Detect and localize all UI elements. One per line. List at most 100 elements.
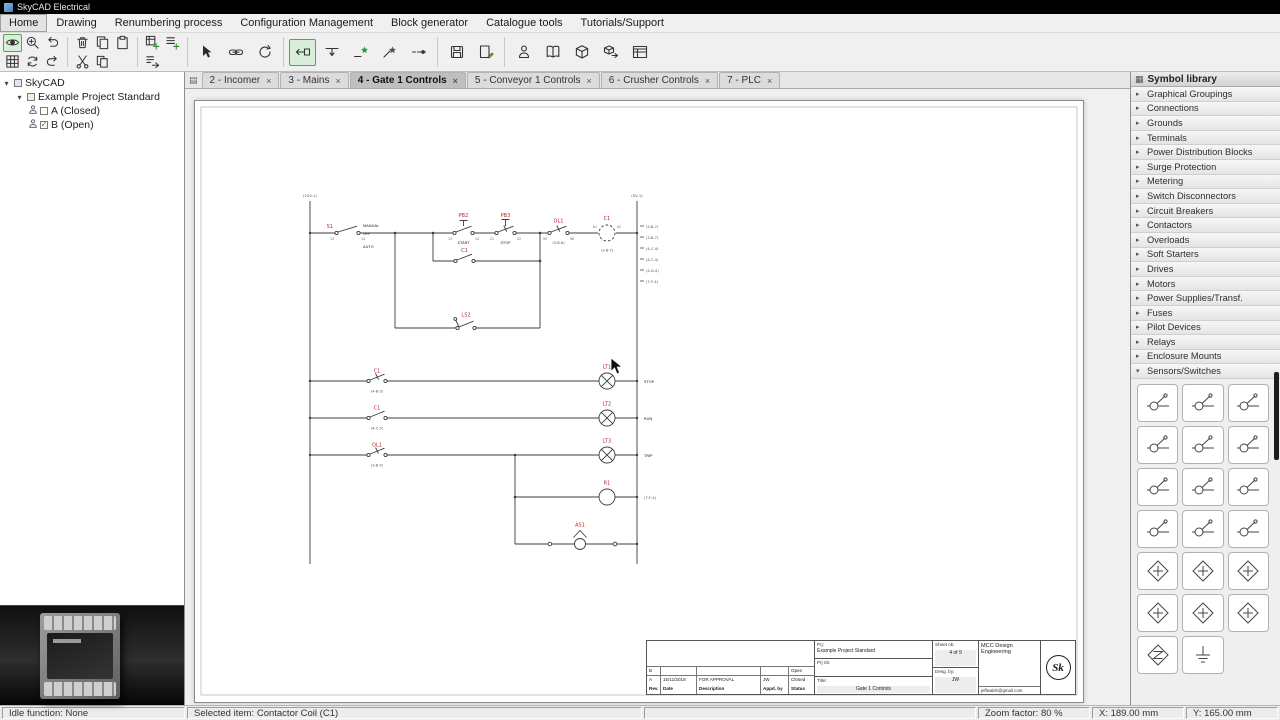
symbol-category[interactable]: ▸ ▾ Sensors/Switches bbox=[1131, 364, 1280, 379]
symbol-category[interactable]: ▸ ▾ Soft Starters bbox=[1131, 247, 1280, 263]
block-export-button[interactable] bbox=[597, 39, 624, 66]
menu-item[interactable]: Drawing bbox=[47, 14, 105, 32]
tree-project[interactable]: ▾ Example Project Standard bbox=[2, 90, 182, 104]
menu-item[interactable]: Configuration Management bbox=[231, 14, 382, 32]
symbol-category[interactable]: ▸ ▾ Enclosure Mounts bbox=[1131, 349, 1280, 365]
tab-close-icon[interactable]: × bbox=[767, 76, 772, 86]
block-3d-button[interactable] bbox=[568, 39, 595, 66]
tree-sheet-label: A (Closed) bbox=[51, 105, 101, 117]
sensor-switch-symbol[interactable] bbox=[1137, 467, 1179, 506]
sensor-switch-symbol[interactable] bbox=[1137, 593, 1179, 632]
document-tab[interactable]: 3 - Mains × bbox=[280, 72, 349, 88]
document-tab[interactable]: 4 - Gate 1 Controls × bbox=[349, 72, 466, 88]
sensor-switch-symbol[interactable] bbox=[1227, 551, 1269, 590]
tab-close-icon[interactable]: × bbox=[266, 76, 271, 86]
tab-close-icon[interactable]: × bbox=[705, 76, 710, 86]
sensor-switch-symbol[interactable] bbox=[1182, 593, 1224, 632]
document-tab[interactable]: 5 - Conveyor 1 Controls × bbox=[466, 72, 600, 88]
select-pointer-button[interactable] bbox=[193, 39, 220, 66]
refresh-view-button[interactable] bbox=[23, 53, 42, 71]
tree-expander-icon[interactable]: ▾ bbox=[15, 93, 24, 102]
export-list-button[interactable] bbox=[143, 53, 162, 71]
report-button[interactable] bbox=[626, 39, 653, 66]
symbol-category[interactable]: ▸ ▾ Pilot Devices bbox=[1131, 320, 1280, 336]
tree-expander-icon[interactable]: ▾ bbox=[2, 79, 11, 88]
symbol-category[interactable]: ▸ ▾ Metering bbox=[1131, 174, 1280, 190]
paste-button[interactable] bbox=[113, 34, 132, 52]
sensor-switch-symbol[interactable] bbox=[1137, 551, 1179, 590]
locate-component-button[interactable] bbox=[510, 39, 537, 66]
symbol-category[interactable]: ▸ ▾ Power Supplies/Transf. bbox=[1131, 291, 1280, 306]
sensor-switch-symbol[interactable] bbox=[1227, 467, 1269, 506]
zoom-window-button[interactable] bbox=[23, 34, 42, 52]
wire-new-tool[interactable] bbox=[347, 39, 374, 66]
rotate-button[interactable] bbox=[251, 39, 278, 66]
sensor-switch-symbol[interactable] bbox=[1227, 425, 1269, 464]
validate-document-button[interactable] bbox=[472, 39, 499, 66]
grid-button[interactable] bbox=[3, 53, 22, 71]
symbol-category[interactable]: ▸ ▾ Graphical Groupings bbox=[1131, 87, 1280, 102]
menu-item[interactable]: Catalogue tools bbox=[477, 14, 571, 32]
drawing-canvas[interactable]: (24V-1) (0V-1) S1 MANUAL OFF AUTO 13 14 … bbox=[185, 89, 1130, 705]
menu-item[interactable]: Block generator bbox=[382, 14, 477, 32]
symbol-category[interactable]: ▸ ▾ Contactors bbox=[1131, 218, 1280, 233]
symbol-category[interactable]: ▸ ▾ Switch Disconnectors bbox=[1131, 189, 1280, 204]
sensor-switch-symbol[interactable] bbox=[1182, 551, 1224, 590]
sensor-switch-symbol[interactable] bbox=[1227, 509, 1269, 548]
undo-button[interactable] bbox=[43, 34, 62, 52]
cut-button[interactable] bbox=[73, 53, 92, 71]
symbol-category[interactable]: ▸ ▾ Circuit Breakers bbox=[1131, 203, 1280, 219]
list-add-button[interactable] bbox=[163, 34, 182, 52]
symbol-category[interactable]: ▸ ▾ Overloads bbox=[1131, 232, 1280, 248]
sensor-switch-symbol[interactable] bbox=[1182, 425, 1224, 464]
symbol-category[interactable]: ▸ ▾ Terminals bbox=[1131, 130, 1280, 146]
delete-button[interactable] bbox=[73, 34, 92, 52]
tab-close-icon[interactable]: × bbox=[453, 76, 458, 86]
sheet-checkbox[interactable]: ✓ bbox=[40, 107, 48, 115]
sheet-checkbox[interactable]: ✓ bbox=[40, 121, 48, 129]
symbol-category[interactable]: ▸ ▾ Power Distribution Blocks bbox=[1131, 145, 1280, 160]
wire-node-tool[interactable] bbox=[376, 39, 403, 66]
tab-close-icon[interactable]: × bbox=[587, 76, 592, 86]
table-add-button[interactable] bbox=[143, 34, 162, 52]
tree-sheet-item[interactable]: ✓ A (Closed) bbox=[2, 104, 182, 118]
wire-horizontal-tool[interactable] bbox=[289, 38, 316, 66]
sensor-switch-symbol[interactable] bbox=[1137, 383, 1179, 422]
duplicate-button[interactable] bbox=[93, 53, 112, 71]
symbol-category[interactable]: ▸ ▾ Surge Protection bbox=[1131, 159, 1280, 175]
sensor-switch-symbol[interactable] bbox=[1227, 383, 1269, 422]
sensor-switch-symbol[interactable] bbox=[1182, 635, 1224, 674]
sensor-switch-symbol[interactable] bbox=[1227, 593, 1269, 632]
sensor-switch-symbol[interactable] bbox=[1182, 467, 1224, 506]
menu-bar: Home Drawing Renumbering process Configu… bbox=[0, 14, 1280, 33]
sensor-switch-symbol[interactable] bbox=[1137, 425, 1179, 464]
menu-item[interactable]: Renumbering process bbox=[106, 14, 232, 32]
wire-branch-tool[interactable] bbox=[318, 39, 345, 66]
sensor-switch-symbol[interactable] bbox=[1137, 509, 1179, 548]
redo-button[interactable] bbox=[43, 53, 62, 71]
document-tab[interactable]: 2 - Incomer × bbox=[201, 72, 280, 88]
symbol-category[interactable]: ▸ ▾ Drives bbox=[1131, 262, 1280, 277]
copy-button[interactable] bbox=[93, 34, 112, 52]
sensor-switch-symbol[interactable] bbox=[1182, 509, 1224, 548]
tab-close-icon[interactable]: × bbox=[335, 76, 340, 86]
view-toggle-button[interactable] bbox=[3, 33, 22, 52]
tree-sheet-item[interactable]: ✓ B (Open) bbox=[2, 118, 182, 132]
menu-item[interactable]: Home bbox=[0, 14, 48, 32]
catalogue-button[interactable] bbox=[539, 39, 566, 66]
sensor-switch-symbol[interactable] bbox=[1182, 383, 1224, 422]
document-tab[interactable]: 7 - PLC × bbox=[719, 72, 781, 88]
symbol-category[interactable]: ▸ ▾ Connections bbox=[1131, 101, 1280, 117]
tree-root[interactable]: ▾ SkyCAD bbox=[2, 76, 182, 90]
sensor-switch-symbol[interactable] bbox=[1137, 635, 1179, 674]
wire-dashed-tool[interactable] bbox=[405, 39, 432, 66]
document-tab[interactable]: 6 - Crusher Controls × bbox=[600, 72, 719, 88]
link-button[interactable] bbox=[222, 39, 249, 66]
menu-item[interactable]: Tutorials/Support bbox=[572, 14, 673, 32]
symbol-category[interactable]: ▸ ▾ Relays bbox=[1131, 335, 1280, 350]
symbol-panel-scrollbar[interactable] bbox=[1274, 372, 1279, 460]
symbol-category[interactable]: ▸ ▾ Fuses bbox=[1131, 305, 1280, 321]
symbol-category[interactable]: ▸ ▾ Motors bbox=[1131, 276, 1280, 292]
save-button[interactable] bbox=[443, 39, 470, 66]
symbol-category[interactable]: ▸ ▾ Grounds bbox=[1131, 116, 1280, 131]
